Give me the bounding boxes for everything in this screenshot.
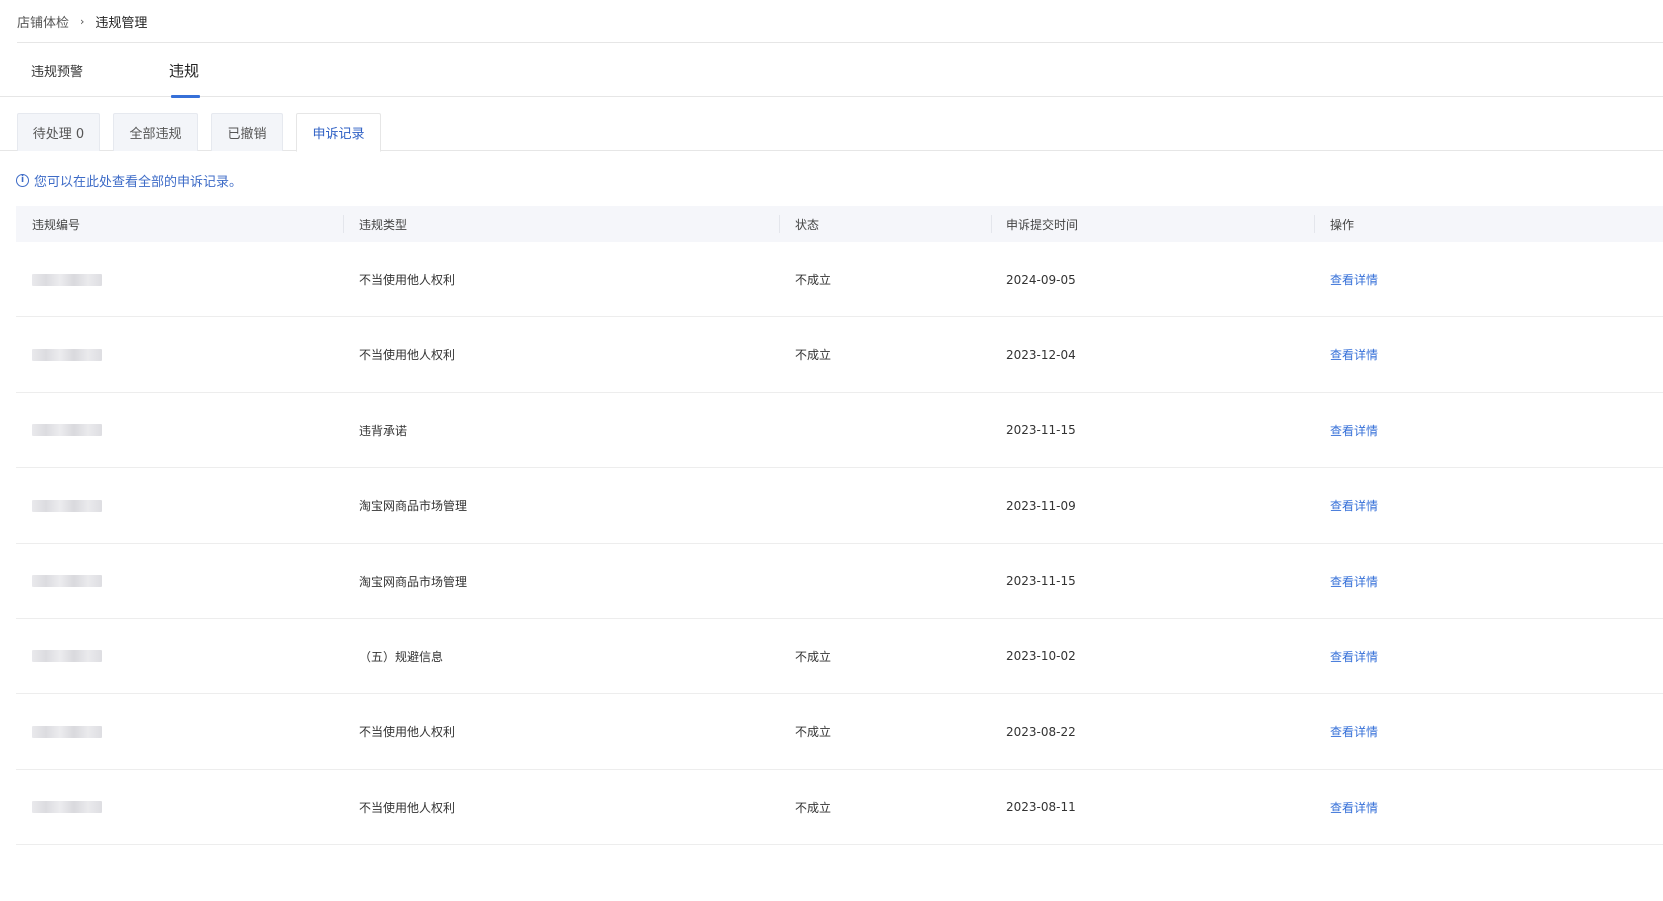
view-details-label[interactable]: 查看详情 — [1330, 573, 1378, 590]
view-details-link[interactable]: 查看详情 — [1330, 393, 1378, 468]
view-details-link[interactable]: 查看详情 — [1330, 468, 1378, 543]
redacted-id — [32, 273, 102, 286]
subtab-appeal-records[interactable]: 申诉记录 — [296, 113, 381, 152]
tab-label: 违规预警 — [31, 64, 84, 80]
column-divider — [1314, 215, 1315, 233]
column-divider — [343, 215, 344, 233]
tab-label: 违规 — [169, 61, 200, 80]
subtab-label: 全部违规 — [129, 127, 182, 142]
view-details-link[interactable]: 查看详情 — [1330, 694, 1378, 769]
table-row: 不当使用他人权利 不成立 2023-08-11 查看详情 — [16, 770, 1663, 846]
redacted-id — [32, 725, 102, 738]
submit-time-cell: 2023-11-15 — [1006, 423, 1076, 438]
tab-violation[interactable]: 违规 — [169, 43, 200, 98]
subtab-label: 申诉记录 — [312, 127, 365, 142]
subtab-revoked[interactable]: 已撤销 — [211, 113, 283, 151]
view-details-link[interactable]: 查看详情 — [1330, 770, 1378, 845]
subtab-pending[interactable]: 待处理 0 — [17, 113, 100, 151]
view-details-label[interactable]: 查看详情 — [1330, 648, 1378, 665]
view-details-link[interactable]: 查看详情 — [1330, 544, 1378, 619]
subtab-all-violations[interactable]: 全部违规 — [113, 113, 198, 151]
column-header-violation-id: 违规编号 — [32, 217, 81, 232]
appeal-records-table: 违规编号 违规类型 状态 申诉提交时间 操作 不当使用他人权利 不成立 2024… — [16, 206, 1663, 846]
sub-tabs: 待处理 0 全部违规 已撤销 申诉记录 — [0, 113, 1663, 152]
table-row: （五）规避信息 不成立 2023-10-02 查看详情 — [16, 619, 1663, 695]
table-row: 淘宝网商品市场管理 2023-11-15 查看详情 — [16, 544, 1663, 619]
breadcrumb-parent-link[interactable]: 店铺体检 — [17, 12, 69, 31]
info-text: 您可以在此处查看全部的申诉记录。 — [34, 174, 243, 190]
violation-type-cell: 违背承诺 — [359, 423, 408, 438]
table-row: 违背承诺 2023-11-15 查看详情 — [16, 393, 1663, 469]
view-details-label[interactable]: 查看详情 — [1330, 422, 1378, 439]
submit-time-cell: 2023-08-11 — [1006, 800, 1076, 815]
violation-type-cell: 不当使用他人权利 — [359, 800, 456, 815]
redacted-id — [32, 801, 102, 814]
info-tip: i 您可以在此处查看全部的申诉记录。 — [16, 170, 242, 190]
submit-time-cell: 2023-08-22 — [1006, 724, 1076, 739]
view-details-label[interactable]: 查看详情 — [1330, 799, 1378, 816]
view-details-label[interactable]: 查看详情 — [1330, 346, 1378, 363]
violation-type-cell: 淘宝网商品市场管理 — [359, 499, 468, 514]
violation-id-cell — [32, 317, 102, 392]
violation-management-page: 店铺体检 › 违规管理 违规预警 违规 待处理 0 全部违规 已撤销 申诉记录 … — [0, 0, 1663, 901]
column-header-status: 状态 — [795, 217, 820, 232]
violation-type-cell: 淘宝网商品市场管理 — [359, 574, 468, 589]
subtab-label: 已撤销 — [227, 127, 267, 142]
redacted-id — [32, 650, 102, 663]
redacted-id — [32, 499, 102, 512]
table-header: 违规编号 违规类型 状态 申诉提交时间 操作 — [16, 206, 1663, 242]
status-cell: 不成立 — [795, 273, 832, 287]
breadcrumb: 店铺体检 › 违规管理 — [17, 0, 1663, 43]
column-header-action: 操作 — [1330, 217, 1355, 232]
violation-id-cell — [32, 242, 102, 317]
violation-id-cell — [32, 619, 102, 694]
violation-id-cell — [32, 544, 102, 619]
violation-id-cell — [32, 770, 102, 845]
column-divider — [991, 215, 992, 233]
view-details-label[interactable]: 查看详情 — [1330, 497, 1378, 514]
view-details-link[interactable]: 查看详情 — [1330, 242, 1378, 317]
violation-type-cell: 不当使用他人权利 — [359, 725, 456, 740]
breadcrumb-current: 违规管理 — [95, 15, 148, 31]
status-cell: 不成立 — [795, 649, 832, 664]
table-row: 不当使用他人权利 不成立 2024-09-05 查看详情 — [16, 242, 1663, 318]
redacted-id — [32, 424, 102, 437]
active-tab-indicator — [171, 95, 200, 98]
subtab-label: 待处理 0 — [32, 127, 85, 142]
view-details-label[interactable]: 查看详情 — [1330, 723, 1378, 740]
view-details-link[interactable]: 查看详情 — [1330, 619, 1378, 694]
table-row: 淘宝网商品市场管理 2023-11-09 查看详情 — [16, 468, 1663, 544]
status-cell: 不成立 — [795, 725, 832, 740]
violation-id-cell — [32, 393, 102, 468]
view-details-label[interactable]: 查看详情 — [1330, 271, 1378, 288]
view-details-link[interactable]: 查看详情 — [1330, 317, 1378, 392]
submit-time-cell: 2023-10-02 — [1006, 649, 1076, 664]
violation-id-cell — [32, 468, 102, 543]
redacted-id — [32, 348, 102, 361]
tab-violation-warning[interactable]: 违规预警 — [31, 43, 83, 97]
column-header-violation-type: 违规类型 — [359, 217, 408, 232]
chevron-right-icon: › — [80, 14, 85, 28]
submit-time-cell: 2024-09-05 — [1006, 272, 1076, 287]
status-cell: 不成立 — [795, 348, 832, 363]
info-icon: i — [16, 173, 29, 187]
submit-time-cell: 2023-11-15 — [1006, 574, 1076, 589]
submit-time-cell: 2023-11-09 — [1006, 498, 1076, 513]
table-row: 不当使用他人权利 不成立 2023-12-04 查看详情 — [16, 317, 1663, 393]
redacted-id — [32, 575, 102, 588]
violation-id-cell — [32, 694, 102, 769]
violation-type-cell: 不当使用他人权利 — [359, 273, 456, 287]
table-row: 不当使用他人权利 不成立 2023-08-22 查看详情 — [16, 694, 1663, 770]
column-header-submit-time: 申诉提交时间 — [1006, 217, 1079, 232]
submit-time-cell: 2023-12-04 — [1006, 347, 1076, 362]
status-cell: 不成立 — [795, 800, 832, 815]
violation-type-cell: （五）规避信息 — [359, 649, 444, 664]
violation-type-cell: 不当使用他人权利 — [359, 348, 456, 363]
column-divider — [779, 215, 780, 233]
main-tabs: 违规预警 违规 — [0, 43, 1663, 98]
